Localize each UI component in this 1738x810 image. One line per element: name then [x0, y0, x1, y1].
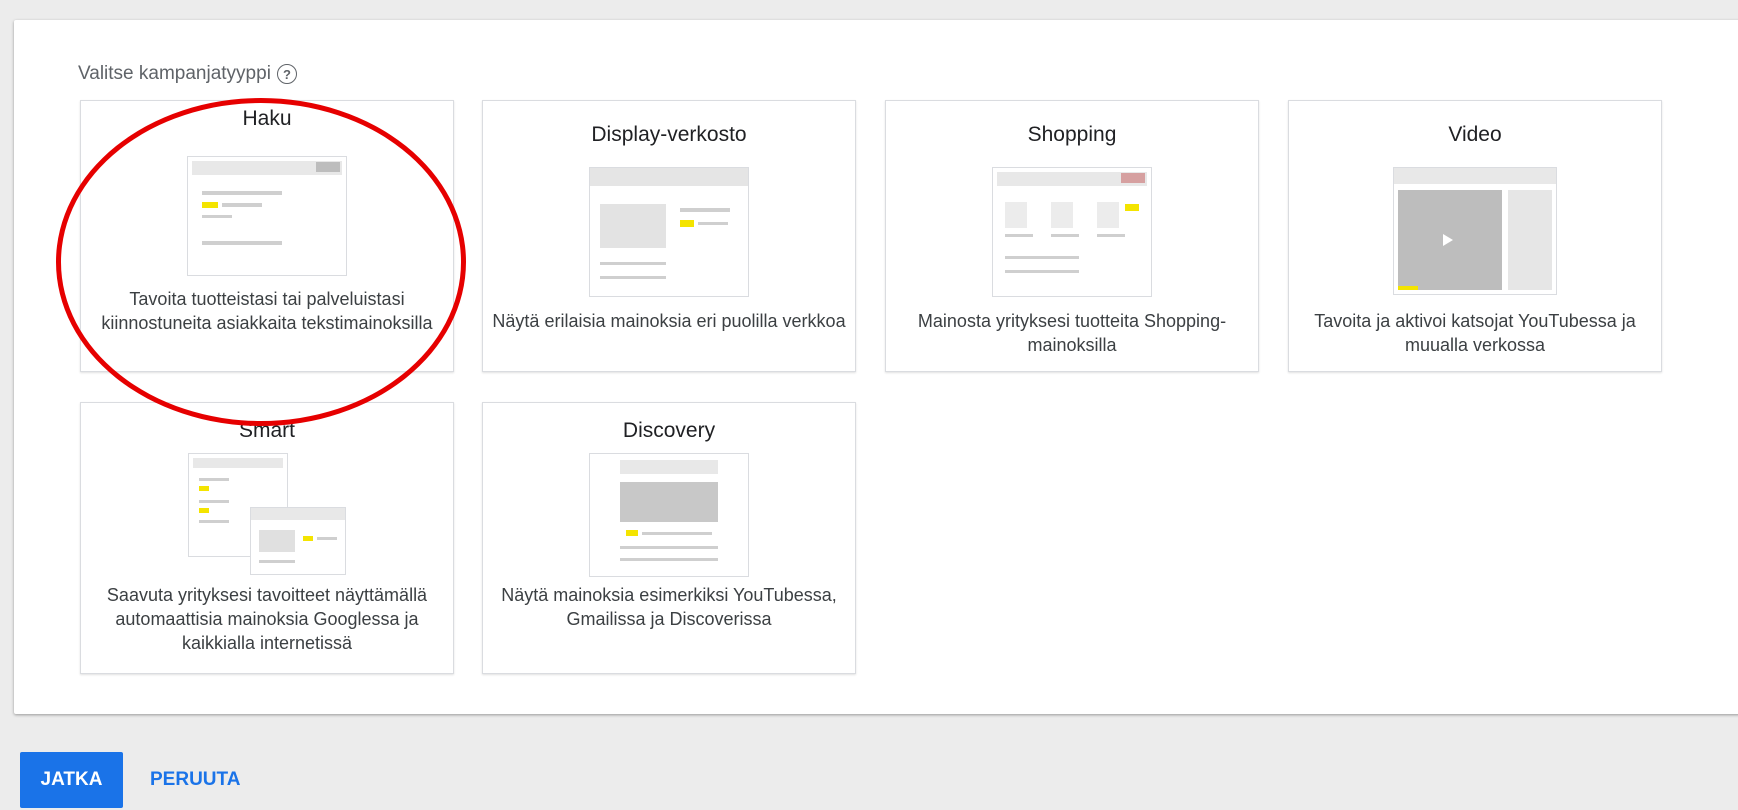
campaign-type-page: Valitse kampanjatyyppi ? Haku Tavoita tu…	[0, 0, 1738, 810]
card-title: Shopping	[1027, 123, 1117, 146]
play-icon	[1443, 234, 1453, 246]
card-description: Mainosta yrityksesi tuotteita Shopping-m…	[917, 311, 1227, 355]
campaign-type-prompt: Valitse kampanjatyyppi ?	[78, 63, 297, 85]
card-description: Tavoita ja aktivoi katsojat YouTubessa j…	[1314, 311, 1636, 355]
cancel-button[interactable]: PERUUTA	[142, 752, 248, 808]
campaign-card-discovery[interactable]: Discovery Näytä mainoksia esimerkiksi Yo…	[482, 402, 856, 674]
campaign-card-shopping[interactable]: Shopping Mainosta yrityksesi tuotteita S…	[885, 100, 1259, 372]
card-description: Tavoita tuotteistasi tai palveluistasi k…	[101, 289, 433, 333]
discovery-ad-thumbnail	[589, 453, 749, 577]
prompt-label: Valitse kampanjatyyppi	[78, 63, 271, 84]
video-ad-thumbnail	[1393, 167, 1557, 295]
card-description: Saavuta yrityksesi tavoitteet näyttämäll…	[106, 585, 428, 653]
card-title: Display-verkosto	[591, 123, 747, 146]
help-circle-icon[interactable]: ?	[276, 64, 297, 84]
shopping-ad-thumbnail	[992, 167, 1152, 297]
card-title: Haku	[242, 107, 292, 130]
campaign-card-display[interactable]: Display-verkosto Näytä erilaisia mainoks…	[482, 100, 856, 372]
campaign-card-video[interactable]: Video Tavoita ja aktivoi katsojat YouTub…	[1288, 100, 1662, 372]
card-title: Discovery	[622, 419, 716, 442]
campaign-card-search[interactable]: Haku Tavoita tuotteistasi tai palveluist…	[80, 100, 454, 372]
search-ad-thumbnail	[187, 156, 347, 276]
display-ad-thumbnail	[589, 167, 749, 297]
continue-button[interactable]: JATKA	[20, 752, 123, 808]
card-title: Smart	[238, 419, 295, 442]
card-description: Näytä erilaisia mainoksia eri puolilla v…	[492, 311, 846, 331]
card-description: Näytä mainoksia esimerkiksi YouTubessa, …	[501, 585, 837, 629]
smart-ad-thumbnail	[186, 453, 348, 577]
card-title: Video	[1448, 123, 1502, 146]
campaign-card-smart[interactable]: Smart Saavuta yrityksesi tavoitteet näyt…	[80, 402, 454, 674]
